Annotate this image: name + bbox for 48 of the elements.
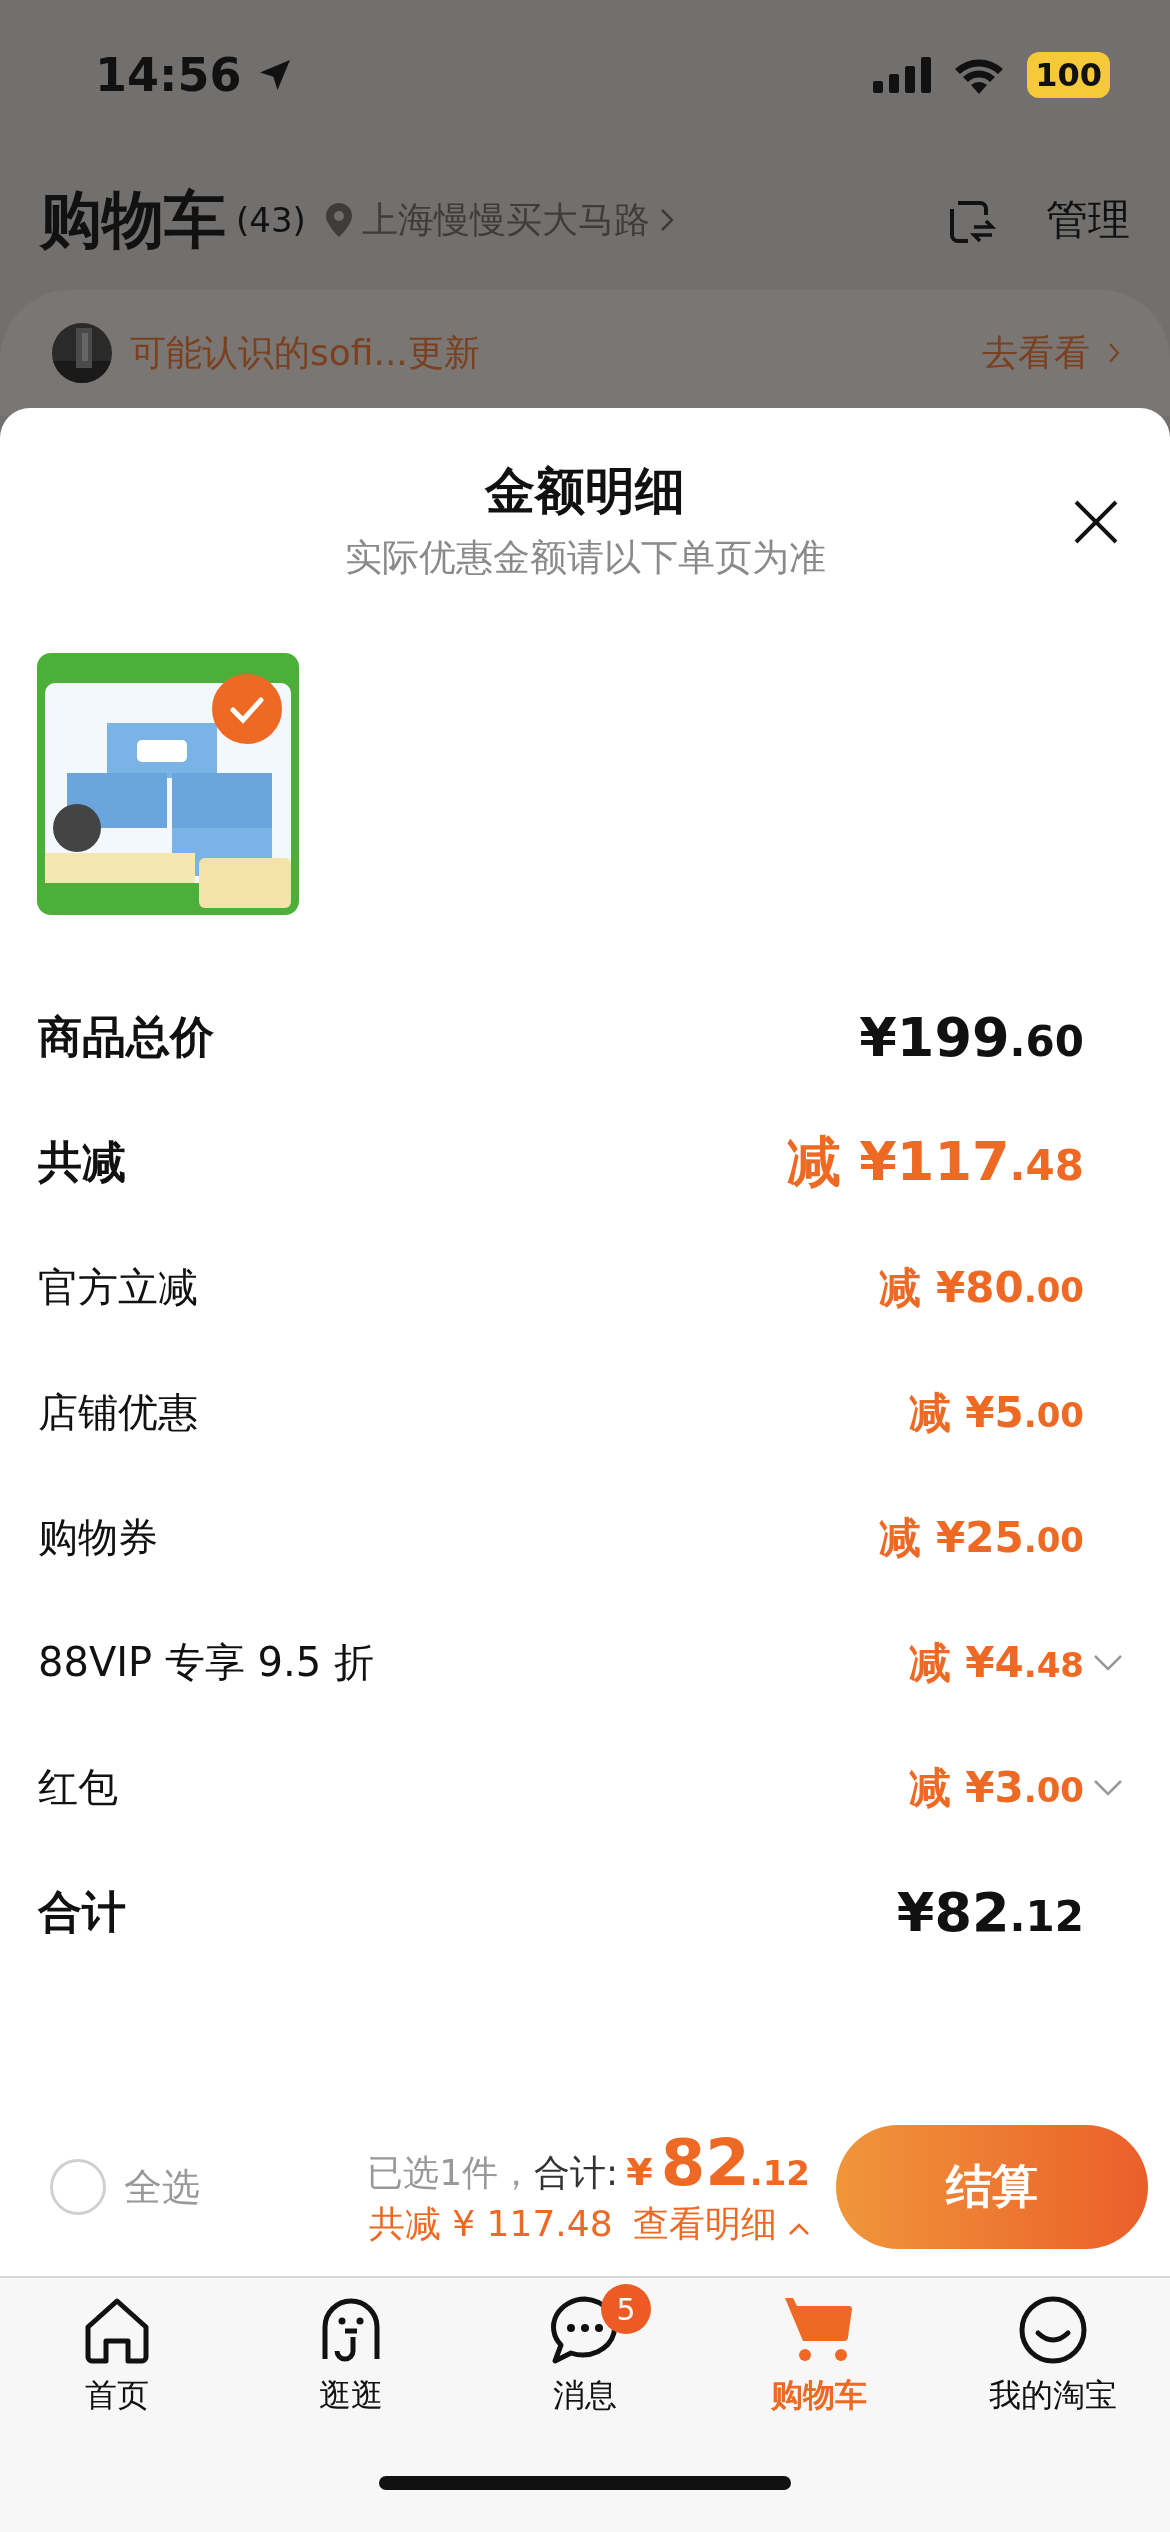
location-pin-icon (325, 203, 352, 237)
checkbox-circle[interactable] (50, 2159, 106, 2215)
price-label: 红包 (38, 1763, 119, 1812)
close-icon[interactable] (1072, 498, 1120, 546)
tab-item[interactable]: 逛逛 (234, 2280, 468, 2418)
total-label: 合计: (534, 2150, 619, 2195)
chevron-right-icon (659, 208, 674, 232)
price-value: 减 ¥3.00 (908, 1761, 1084, 1814)
tab-item[interactable]: 购物车 (702, 2280, 936, 2418)
price-value: 减 ¥25.00 (879, 1511, 1084, 1564)
unread-badge: 5 (601, 2284, 651, 2334)
chevron-up-icon (788, 2221, 810, 2236)
price-value: ¥82.12 (896, 1881, 1084, 1944)
price-label: 购物券 (38, 1513, 159, 1562)
tab-item[interactable]: 首页 (0, 2280, 234, 2418)
status-time: 14:56 (95, 48, 242, 102)
price-value: 减 ¥117.48 (786, 1129, 1084, 1195)
chevron-right-icon (1108, 342, 1120, 364)
tab-item[interactable]: 5 消息 (468, 2280, 702, 2418)
manage-button[interactable]: 管理 (1046, 192, 1130, 248)
selected-count: 已选1件， (367, 2150, 535, 2195)
signal-icon (873, 57, 932, 93)
sheet-title: 金额明细 (485, 461, 685, 522)
checkout-button[interactable]: 结算 (836, 2125, 1148, 2249)
price-label: 官方立减 (38, 1263, 199, 1312)
view-link[interactable]: 去看看 (982, 328, 1090, 378)
notice-text: 可能认识的sofi...更新 (130, 330, 480, 375)
view-detail-link[interactable]: 查看明细 (632, 2199, 810, 2249)
page-title: 购物车 (40, 182, 226, 258)
price-label: 共减 (38, 1135, 127, 1189)
price-label: 店铺优惠 (38, 1388, 199, 1437)
sheet-subtitle: 实际优惠金额请以下单页为准 (344, 535, 826, 581)
cart-count: (43) (236, 200, 306, 240)
price-value: 减 ¥4.48 (908, 1636, 1084, 1689)
notice-banner[interactable]: 可能认识的sofi...更新 去看看 (0, 290, 1170, 416)
price-value: 减 ¥5.00 (908, 1386, 1084, 1439)
saved-amount: 共减 ¥ 117.48 (368, 2201, 613, 2246)
smiley-icon (1018, 2295, 1088, 2365)
total-price: ¥82.12 (626, 2125, 810, 2200)
battery-level: 100 (1027, 52, 1110, 98)
checkmark-badge[interactable] (211, 673, 283, 745)
price-value: 减 ¥80.00 (879, 1261, 1084, 1314)
price-value: ¥199.60 (859, 1006, 1084, 1069)
select-all-checkbox[interactable]: 全选 (50, 2159, 200, 2215)
price-label: 88VIP 专享 9.5 折 (38, 1638, 375, 1687)
tab-item[interactable]: 我的淘宝 (936, 2280, 1170, 2418)
price-label: 商品总价 (38, 1010, 215, 1064)
price-label: 合计 (38, 1885, 127, 1939)
